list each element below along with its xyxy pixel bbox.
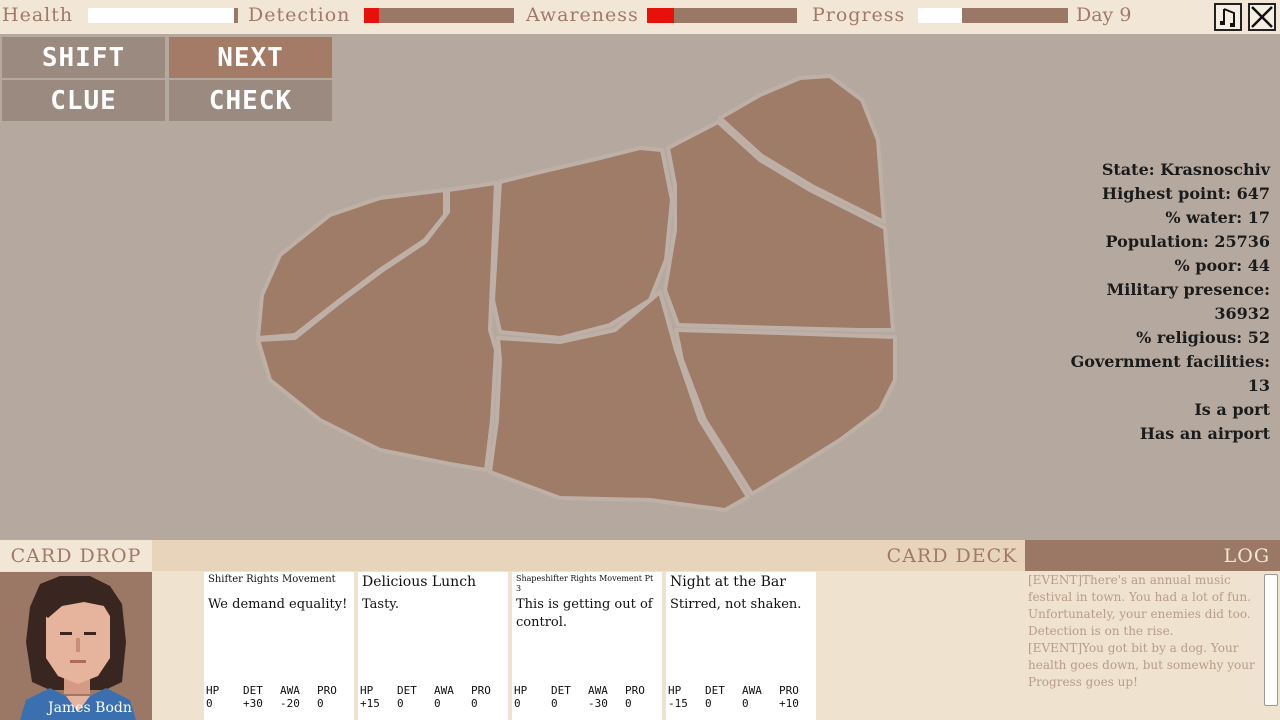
card-stat-det: 0 — [397, 697, 404, 710]
log-scrollbar[interactable] — [1262, 572, 1280, 720]
close-icon — [1251, 6, 1273, 28]
log-entry: [EVENT]There's an annual music festival … — [1028, 573, 1251, 638]
health-bar — [88, 8, 238, 23]
awareness-bar-fill — [647, 8, 674, 23]
card[interactable]: Night at the Bar Stirred, not shaken. HP… — [666, 572, 816, 720]
card-stat-label: AWA — [434, 684, 454, 697]
card-stat-pro: +10 — [779, 697, 799, 710]
log-text: [EVENT]There's an annual music festival … — [1028, 572, 1258, 691]
card-title: Night at the Bar — [670, 574, 786, 590]
info-state: State: Krasnoschiv — [1101, 160, 1270, 179]
card-stat-label: PRO — [779, 684, 799, 697]
card-stat-awa: 0 — [742, 697, 749, 710]
card-text: We demand equality! — [208, 597, 348, 612]
detection-label: Detection — [248, 4, 351, 26]
clue-button[interactable]: CLUE — [2, 80, 165, 121]
close-button[interactable] — [1248, 3, 1276, 31]
card-stat-label: PRO — [625, 684, 645, 697]
card-stat-label: PRO — [317, 684, 337, 697]
check-button[interactable]: CHECK — [169, 80, 332, 121]
day-counter: Day 9 — [1076, 4, 1132, 26]
bottom-header: CARD DROP CARD DECK LOG — [0, 540, 1280, 571]
info-gov-label: Government facilities: — [1070, 352, 1270, 371]
card-stat-label: DET — [705, 684, 725, 697]
health-label: Health — [2, 4, 74, 26]
card-stat-label: HP — [668, 684, 682, 697]
card[interactable]: Delicious Lunch Tasty. HP +15 DET 0 AWA 0 P… — [358, 572, 508, 720]
info-airport: Has an airport — [1139, 424, 1270, 443]
card-stat-label: HP — [360, 684, 374, 697]
card-title: Shapeshifter Rights Movement Pt 3 — [516, 574, 654, 593]
progress-label: Progress — [812, 4, 906, 26]
card-stat-det: 0 — [705, 697, 712, 710]
card-stat-awa: 0 — [434, 697, 441, 710]
info-military-value: 36932 — [1214, 304, 1270, 323]
awareness-label: Awareness — [526, 4, 639, 26]
card[interactable]: Shapeshifter Rights Movement Pt 3 This i… — [512, 572, 662, 720]
info-military-label: Military presence: — [1106, 280, 1270, 299]
card-text: Tasty. — [362, 597, 400, 612]
log-scrollbar-thumb[interactable] — [1264, 574, 1278, 706]
info-highest-point: Highest point: 647 — [1102, 184, 1270, 203]
event-log[interactable]: [EVENT]There's an annual music festival … — [1025, 572, 1262, 720]
card-drop-label: CARD DROP — [0, 540, 152, 571]
top-status-bar: Health Detection Awareness Progress Day … — [0, 0, 1280, 34]
card-stat-label: AWA — [742, 684, 762, 697]
next-button[interactable]: NEXT — [169, 37, 332, 78]
card-stat-det: +30 — [243, 697, 263, 710]
card-stat-det: 0 — [551, 697, 558, 710]
card-stat-label: AWA — [280, 684, 300, 697]
card-stat-awa: -30 — [588, 697, 608, 710]
card-stat-label: DET — [551, 684, 571, 697]
card-stat-hp: 0 — [514, 697, 521, 710]
card[interactable]: Shifter Rights Movement We demand equali… — [204, 572, 354, 720]
card-stat-label: PRO — [471, 684, 491, 697]
character-name: James Bodn — [48, 700, 132, 716]
shift-button[interactable]: SHIFT — [2, 37, 165, 78]
music-note-icon — [1220, 8, 1235, 27]
card-stat-pro: 0 — [471, 697, 478, 710]
info-gov-value: 13 — [1247, 376, 1270, 395]
card-stat-label: HP — [206, 684, 220, 697]
card-stat-label: DET — [397, 684, 417, 697]
detection-bar — [364, 8, 514, 23]
health-bar-fill — [88, 8, 234, 23]
card-stat-awa: -20 — [280, 697, 300, 710]
state-info-panel: State: Krasnoschiv Highest point: 647 % … — [1010, 158, 1270, 446]
progress-bar — [918, 8, 1068, 23]
card-stat-label: HP — [514, 684, 528, 697]
card-stat-hp: -15 — [668, 697, 688, 710]
card-stat-label: DET — [243, 684, 263, 697]
card-title: Shifter Rights Movement — [208, 574, 336, 585]
info-poor: % poor: 44 — [1174, 256, 1270, 275]
character-avatar — [0, 572, 152, 720]
card-deck-label: CARD DECK — [886, 544, 1018, 567]
card-stat-hp: 0 — [206, 697, 213, 710]
card-text: Stirred, not shaken. — [670, 597, 802, 612]
detection-bar-fill — [364, 8, 379, 23]
info-population: Population: 25736 — [1105, 232, 1270, 251]
info-port: Is a port — [1194, 400, 1270, 419]
log-label: LOG — [1025, 540, 1280, 571]
music-toggle-button[interactable] — [1214, 3, 1242, 31]
card-stats: HP 0 DET 0 AWA -30 PRO 0 — [512, 684, 662, 710]
card-stats: HP -15 DET 0 AWA 0 PRO +10 — [666, 684, 816, 710]
info-religious: % religious: 52 — [1136, 328, 1270, 347]
info-water: % water: 17 — [1165, 208, 1270, 227]
card-stats: HP +15 DET 0 AWA 0 PRO 0 — [358, 684, 508, 710]
card-text: This is getting out of control. — [516, 597, 653, 630]
character-portrait[interactable]: James Bodn — [0, 572, 152, 720]
card-stat-pro: 0 — [625, 697, 632, 710]
card-stat-hp: +15 — [360, 697, 380, 710]
card-title: Delicious Lunch — [362, 574, 477, 590]
progress-bar-fill — [918, 8, 962, 23]
card-stat-label: AWA — [588, 684, 608, 697]
log-entry: [EVENT]You got bit by a dog. Your health… — [1028, 641, 1255, 689]
awareness-bar — [647, 8, 797, 23]
map-regions[interactable] — [256, 74, 897, 512]
card-stat-pro: 0 — [317, 697, 324, 710]
card-stats: HP 0 DET +30 AWA -20 PRO 0 — [204, 684, 354, 710]
